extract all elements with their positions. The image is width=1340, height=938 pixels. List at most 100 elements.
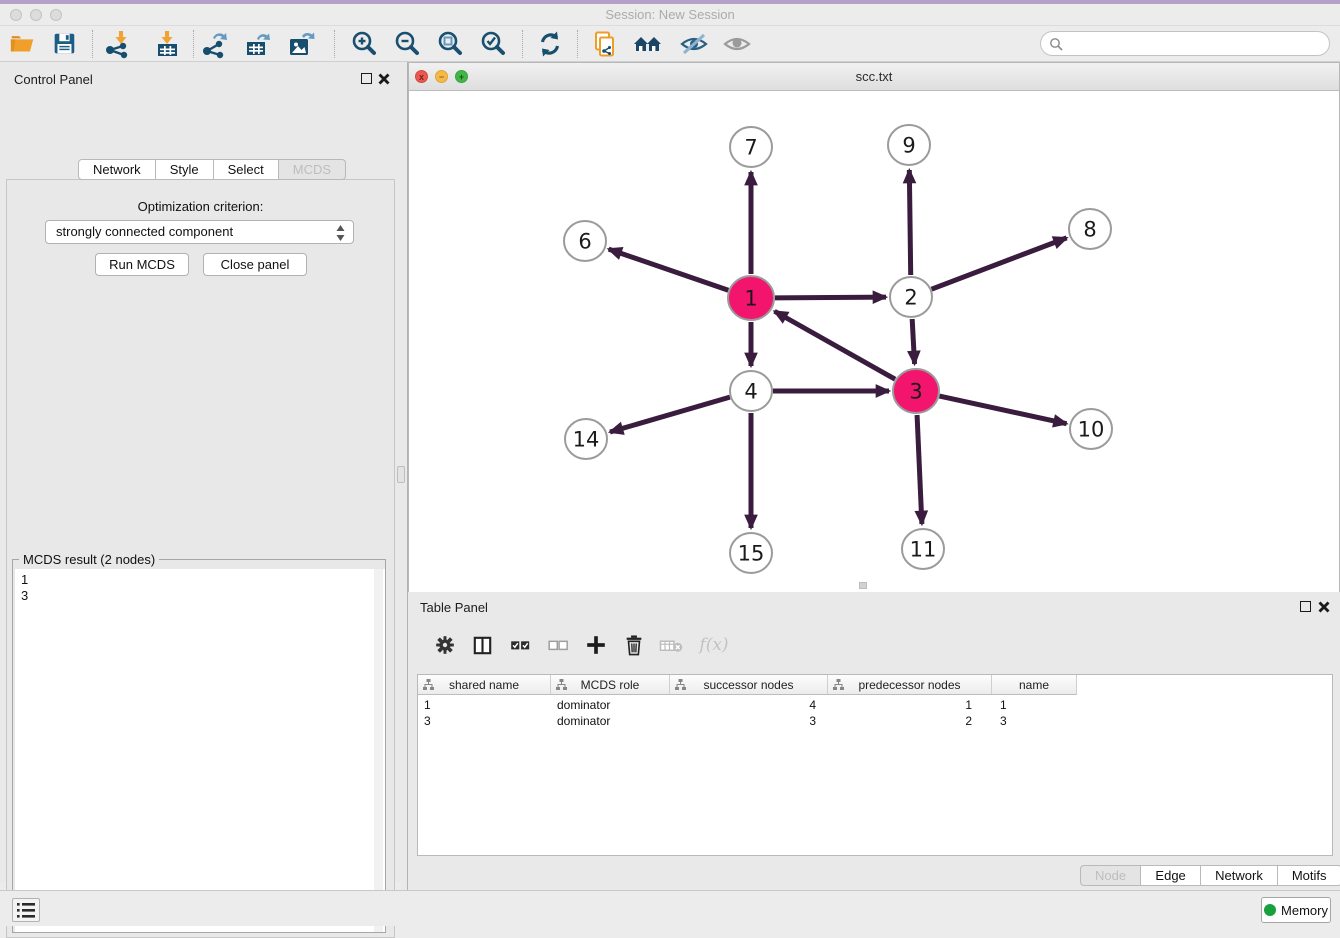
tab-style[interactable]: Style xyxy=(156,159,214,180)
hide-selected-icon[interactable] xyxy=(677,28,711,60)
refresh-view-icon[interactable] xyxy=(533,28,567,60)
table-cell[interactable]: 1 xyxy=(828,697,992,713)
delete-rows-trash-icon[interactable] xyxy=(619,630,649,660)
minimize-window-button[interactable] xyxy=(30,9,42,21)
clone-network-icon[interactable] xyxy=(588,28,622,60)
tab-node-table[interactable]: Node Table xyxy=(1080,865,1141,886)
task-history-button[interactable] xyxy=(12,898,40,922)
toolbar-separator xyxy=(334,30,335,58)
run-mcds-button[interactable]: Run MCDS xyxy=(95,253,189,276)
graph-node-1[interactable]: 1 xyxy=(728,276,774,320)
tab-mcds[interactable]: MCDS xyxy=(279,159,346,180)
table-close-icon[interactable] xyxy=(1318,601,1330,613)
import-table-icon[interactable] xyxy=(150,28,184,60)
network-minimize-button[interactable]: − xyxy=(435,70,448,83)
graph-node-2[interactable]: 2 xyxy=(890,277,932,317)
graph-node-4[interactable]: 4 xyxy=(730,371,772,411)
network-close-button[interactable]: x xyxy=(415,70,428,83)
export-image-icon[interactable] xyxy=(284,28,318,60)
edge-3-to-11[interactable] xyxy=(917,415,922,524)
table-cell[interactable]: 4 xyxy=(670,697,828,713)
table-cell[interactable]: 1 xyxy=(992,697,1077,713)
table-row[interactable]: 1dominator411 xyxy=(418,697,1332,713)
import-network-icon[interactable] xyxy=(101,28,135,60)
delete-column-icon[interactable] xyxy=(656,630,686,660)
zoom-selected-icon[interactable] xyxy=(476,28,510,60)
graph-node-15[interactable]: 15 xyxy=(730,533,772,573)
zoom-in-icon[interactable] xyxy=(347,28,381,60)
tab-network[interactable]: Network xyxy=(78,159,156,180)
column-header-successor-nodes[interactable]: successor nodes xyxy=(670,675,828,695)
network-scrollbar-grip[interactable] xyxy=(859,582,867,589)
graph-node-11[interactable]: 11 xyxy=(902,529,944,569)
search-field[interactable] xyxy=(1040,31,1330,56)
table-cell[interactable]: 2 xyxy=(828,713,992,729)
float-panel-icon[interactable] xyxy=(361,73,372,84)
column-header-shared-name[interactable]: shared name xyxy=(418,675,551,695)
column-header-predecessor-nodes[interactable]: predecessor nodes xyxy=(828,675,992,695)
edge-3-to-1[interactable] xyxy=(775,311,896,379)
graph-node-7[interactable]: 7 xyxy=(730,127,772,167)
edge-2-to-9[interactable] xyxy=(909,170,910,275)
export-table-icon[interactable] xyxy=(240,28,274,60)
svg-text:3: 3 xyxy=(909,380,922,404)
graph-node-3[interactable]: 3 xyxy=(893,369,939,413)
network-maximize-button[interactable]: + xyxy=(455,70,468,83)
svg-text:8: 8 xyxy=(1083,218,1096,242)
control-panel: Control Panel NetworkStyleSelectMCDS Opt… xyxy=(0,62,401,882)
open-file-icon[interactable] xyxy=(5,28,39,60)
table-cell[interactable]: 3 xyxy=(992,713,1077,729)
graph-node-9[interactable]: 9 xyxy=(888,125,930,165)
fit-content-icon[interactable] xyxy=(433,28,467,60)
close-panel-button[interactable]: Close panel xyxy=(203,253,307,276)
network-graph[interactable]: 7 9 6 8 1 2 4 3 14 10 15 11 xyxy=(409,91,1339,592)
table-cell[interactable]: 3 xyxy=(670,713,828,729)
edge-3-to-10[interactable] xyxy=(939,396,1066,424)
column-view-icon[interactable] xyxy=(467,630,497,660)
apply-function-icon[interactable]: f(x) xyxy=(694,630,734,660)
tab-motifs[interactable]: Motifs xyxy=(1278,865,1340,886)
close-panel-icon[interactable] xyxy=(378,73,390,85)
table-cell[interactable]: 3 xyxy=(418,713,551,729)
save-session-icon[interactable] xyxy=(47,28,81,60)
table-cell[interactable]: 1 xyxy=(418,697,551,713)
memory-button[interactable]: Memory xyxy=(1261,897,1331,923)
graph-node-8[interactable]: 8 xyxy=(1069,209,1111,249)
edge-4-to-14[interactable] xyxy=(610,397,730,432)
export-network-icon[interactable] xyxy=(198,28,232,60)
mcds-result-scrollbar[interactable] xyxy=(374,569,383,932)
graph-node-14[interactable]: 14 xyxy=(565,419,607,459)
graph-node-6[interactable]: 6 xyxy=(564,221,606,261)
network-canvas[interactable]: 7 9 6 8 1 2 4 3 14 10 15 11 xyxy=(409,91,1339,592)
deselect-all-rows-icon[interactable] xyxy=(543,630,573,660)
column-header-name[interactable]: name xyxy=(992,675,1077,695)
select-all-rows-icon[interactable] xyxy=(505,630,535,660)
mcds-result-list[interactable]: 13 xyxy=(15,569,385,932)
show-all-icon[interactable] xyxy=(720,28,754,60)
table-row[interactable]: 3dominator323 xyxy=(418,713,1332,729)
mcds-result-title: MCDS result (2 nodes) xyxy=(19,552,159,567)
network-window-titlebar[interactable]: x − + scc.txt xyxy=(409,63,1339,91)
node-table-header: shared nameMCDS rolesuccessor nodesprede… xyxy=(418,675,1077,695)
table-cell[interactable]: dominator xyxy=(551,697,670,713)
table-settings-gear-icon[interactable] xyxy=(430,630,460,660)
edge-2-to-8[interactable] xyxy=(932,238,1067,289)
tab-edge-table[interactable]: Edge Table xyxy=(1141,865,1201,886)
graph-node-10[interactable]: 10 xyxy=(1070,409,1112,449)
tab-select[interactable]: Select xyxy=(214,159,279,180)
table-float-icon[interactable] xyxy=(1300,601,1311,612)
tab-network-table[interactable]: Network Table xyxy=(1201,865,1278,886)
add-column-icon[interactable] xyxy=(581,630,611,660)
first-neighbors-icon[interactable] xyxy=(631,28,665,60)
edge-1-to-2[interactable] xyxy=(775,297,886,298)
column-header-mcds-role[interactable]: MCDS role xyxy=(551,675,670,695)
criterion-dropdown[interactable]: strongly connected component xyxy=(45,220,354,244)
edge-2-to-3[interactable] xyxy=(912,319,914,364)
maximize-window-button[interactable] xyxy=(50,9,62,21)
splitter-grip[interactable] xyxy=(397,466,405,483)
table-cell[interactable]: dominator xyxy=(551,713,670,729)
zoom-out-icon[interactable] xyxy=(390,28,424,60)
edge-1-to-6[interactable] xyxy=(609,249,729,290)
close-window-button[interactable] xyxy=(10,9,22,21)
search-input[interactable] xyxy=(1067,33,1322,54)
